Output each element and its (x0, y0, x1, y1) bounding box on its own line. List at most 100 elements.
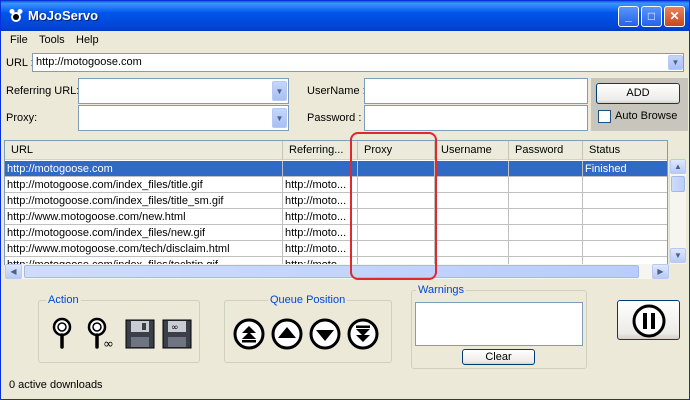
clear-button[interactable]: Clear (462, 349, 535, 365)
cell-url[interactable]: http://motogoose.com (5, 161, 283, 177)
menu-file[interactable]: File (10, 34, 28, 46)
horizontal-scroll-thumb[interactable] (24, 265, 639, 278)
vertical-scrollbar[interactable]: ▲ ▼ (669, 159, 686, 264)
column-header-url[interactable]: URL (5, 141, 283, 160)
cell-status[interactable] (583, 209, 667, 225)
table-row[interactable]: http://www.motogoose.com/tech/disclaim.h… (5, 241, 667, 257)
table-row[interactable]: http://motogoose.com/index_files/new.gif… (5, 225, 667, 241)
cell-password[interactable] (509, 177, 583, 193)
cell-referring[interactable]: http://moto... (283, 193, 358, 209)
url-input[interactable]: http://motogoose.com (32, 53, 684, 72)
status-text: 0 active downloads (9, 379, 103, 391)
chevron-down-icon: ▼ (671, 58, 680, 67)
app-logo-icon (9, 9, 23, 22)
cell-status[interactable] (583, 193, 667, 209)
cell-status[interactable]: Finished (583, 161, 667, 177)
username-label: UserName : (307, 85, 366, 97)
cell-username[interactable] (435, 161, 509, 177)
cell-password[interactable] (509, 225, 583, 241)
cell-url[interactable]: http://motogoose.com/index_files/title_s… (5, 193, 283, 209)
column-header-referring[interactable]: Referring... (283, 141, 358, 160)
cell-username[interactable] (435, 193, 509, 209)
cell-referring[interactable]: http://moto... (283, 209, 358, 225)
menu-tools[interactable]: Tools (39, 34, 65, 46)
scroll-right-button[interactable]: ▶ (652, 264, 669, 279)
chevron-down-icon: ▼ (674, 251, 682, 260)
url-label: URL : (6, 57, 34, 69)
column-header-username[interactable]: Username (435, 141, 509, 160)
column-header-status[interactable]: Status (583, 141, 667, 160)
menu-help[interactable]: Help (76, 34, 99, 46)
referring-url-label: Referring URL: (6, 85, 80, 97)
table-row[interactable]: http://motogoose.com/index_files/title.g… (5, 177, 667, 193)
app-window: MoJoServo _ □ ✕ File Tools Help URL : ht… (0, 0, 690, 400)
auto-browse-label: Auto Browse (615, 110, 678, 122)
move-down-icon[interactable] (309, 318, 341, 350)
proxy-input[interactable] (78, 105, 289, 131)
menu-bar: File Tools Help (1, 31, 689, 50)
minimize-button[interactable]: _ (618, 6, 639, 27)
cell-password[interactable] (509, 209, 583, 225)
move-top-icon[interactable] (233, 318, 265, 350)
svg-text:∞: ∞ (171, 323, 179, 333)
chevron-up-icon: ▲ (674, 162, 682, 171)
cell-referring[interactable]: http://moto... (283, 225, 358, 241)
scroll-left-button[interactable]: ◀ (5, 264, 22, 279)
proxy-label: Proxy: (6, 112, 38, 124)
chevron-left-icon: ◀ (10, 267, 17, 276)
horizontal-scrollbar[interactable]: ◀ ▶ (5, 264, 669, 279)
save-icon[interactable] (125, 319, 155, 349)
scroll-down-button[interactable]: ▼ (670, 248, 686, 263)
pause-button[interactable] (617, 300, 680, 340)
svg-text:∞: ∞ (103, 337, 114, 349)
save-all-icon[interactable]: ∞ (162, 319, 192, 349)
add-button[interactable]: ADD (596, 83, 680, 104)
cell-username[interactable] (435, 209, 509, 225)
cell-password[interactable] (509, 193, 583, 209)
cell-password[interactable] (509, 161, 583, 177)
warnings-group-title: Warnings (416, 284, 467, 296)
maximize-button[interactable]: □ (641, 6, 662, 27)
column-header-password[interactable]: Password (509, 141, 583, 160)
cell-username[interactable] (435, 177, 509, 193)
cell-referring[interactable] (283, 161, 358, 177)
cell-url[interactable]: http://www.motogoose.com/tech/disclaim.h… (5, 241, 283, 257)
table-row[interactable]: http://motogoose.com/index_files/title_s… (5, 193, 667, 209)
cell-status[interactable] (583, 241, 667, 257)
url-dropdown-button[interactable]: ▼ (668, 55, 683, 70)
username-input[interactable] (364, 78, 588, 104)
cell-status[interactable] (583, 177, 667, 193)
close-button[interactable]: ✕ (664, 6, 685, 27)
window-title: MoJoServo (28, 8, 99, 23)
cell-url[interactable]: http://motogoose.com/index_files/new.gif (5, 225, 283, 241)
cell-referring[interactable]: http://moto... (283, 177, 358, 193)
cell-url[interactable]: http://motogoose.com/index_files/title.g… (5, 177, 283, 193)
move-up-icon[interactable] (271, 318, 303, 350)
referring-url-dropdown-button[interactable]: ▼ (272, 81, 287, 101)
cell-username[interactable] (435, 225, 509, 241)
search-all-icon[interactable]: ∞ (86, 317, 120, 349)
proxy-column-highlight (350, 132, 437, 280)
downloads-table: URL Referring... Proxy Username Password… (4, 140, 668, 265)
warnings-textarea[interactable] (415, 302, 583, 346)
pause-icon (632, 304, 666, 338)
title-bar[interactable]: MoJoServo _ □ ✕ (1, 1, 689, 31)
referring-url-input[interactable] (78, 78, 289, 104)
cell-url[interactable]: http://www.motogoose.com/new.html (5, 209, 283, 225)
cell-status[interactable] (583, 225, 667, 241)
cell-referring[interactable]: http://moto... (283, 241, 358, 257)
cell-password[interactable] (509, 241, 583, 257)
chevron-down-icon: ▼ (275, 113, 284, 123)
table-row[interactable]: http://motogoose.com Finished (5, 161, 667, 177)
scroll-up-button[interactable]: ▲ (670, 159, 686, 174)
cell-username[interactable] (435, 241, 509, 257)
move-bottom-icon[interactable] (347, 318, 379, 350)
table-row[interactable]: http://www.motogoose.com/new.html http://… (5, 209, 667, 225)
proxy-dropdown-button[interactable]: ▼ (272, 108, 287, 128)
search-icon[interactable] (51, 317, 77, 349)
auto-browse-checkbox[interactable] (598, 110, 611, 123)
vertical-scroll-thumb[interactable] (671, 176, 685, 192)
chevron-down-icon: ▼ (275, 86, 284, 96)
table-header: URL Referring... Proxy Username Password… (5, 141, 667, 160)
password-input[interactable] (364, 105, 588, 131)
